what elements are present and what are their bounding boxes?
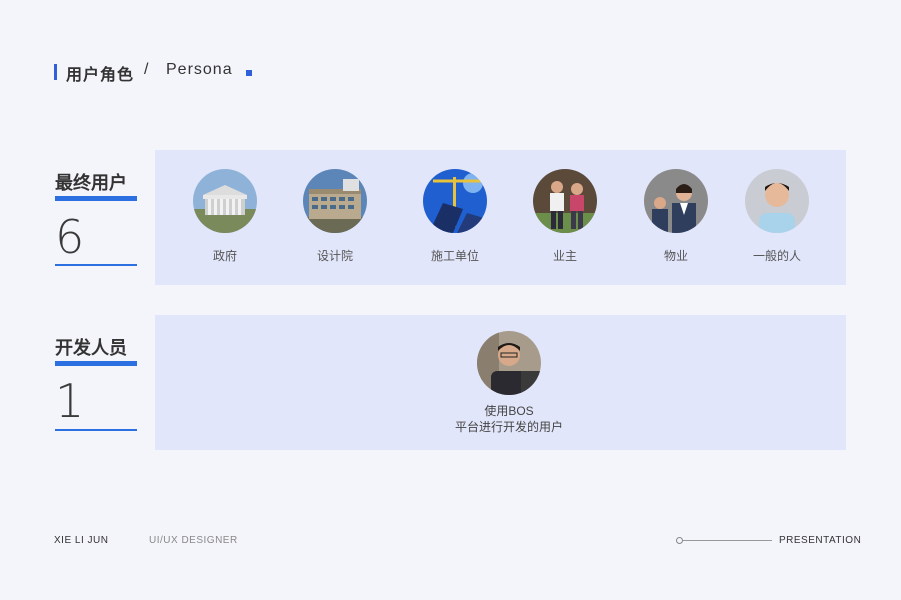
persona-label: 设计院 (316, 249, 353, 263)
title-accent-dot (246, 70, 252, 76)
ordinary-person-photo (745, 169, 809, 233)
persona-label: 施工单位 (430, 249, 479, 263)
end-users-thick-line (55, 196, 137, 201)
page-title-english: Persona (166, 61, 233, 78)
developers-count: 1 (55, 374, 85, 428)
design-institute-building-photo (303, 169, 367, 233)
property-staff-photo (644, 169, 708, 233)
persona-label: 一般的人 (752, 249, 801, 263)
developer-description-line2: 平台进行开发的用户 (454, 420, 563, 434)
persona-label: 物业 (663, 249, 688, 263)
persona-construction-unit[interactable]: 施工单位 (400, 169, 510, 264)
footer-circle-icon (676, 537, 683, 544)
end-users-count: 6 (55, 210, 85, 264)
developers-thick-line (55, 361, 137, 366)
page-title: 用户角色 (66, 67, 135, 84)
construction-crane-photo (423, 169, 487, 233)
end-users-thin-line (55, 264, 137, 266)
owners-photo (533, 169, 597, 233)
footer-author-name: XIE LI JUN (54, 535, 109, 546)
persona-design-institute[interactable]: 设计院 (280, 169, 390, 264)
footer-divider-line (683, 540, 772, 541)
developers-thin-line (55, 429, 137, 431)
end-users-label: 最终用户 (55, 173, 127, 193)
footer-presentation-label: PRESENTATION (779, 535, 862, 546)
footer-author-role: UI/UX DESIGNER (149, 535, 238, 546)
persona-property[interactable]: 物业 (621, 169, 731, 264)
developers-label: 开发人员 (55, 338, 127, 358)
title-accent-bar (54, 64, 57, 80)
government-building-photo (193, 169, 257, 233)
persona-government[interactable]: 政府 (170, 169, 280, 264)
persona-ordinary-person[interactable]: 一般的人 (722, 169, 832, 264)
title-separator: / (144, 61, 149, 78)
persona-label: 业主 (552, 249, 577, 263)
developer-description-line1: 使用BOS (484, 404, 534, 418)
persona-owners[interactable]: 业主 (510, 169, 620, 264)
developer-photo (477, 331, 541, 395)
persona-developer[interactable]: 使用BOS 平台进行开发的用户 (437, 331, 581, 435)
persona-label: 政府 (212, 249, 237, 263)
